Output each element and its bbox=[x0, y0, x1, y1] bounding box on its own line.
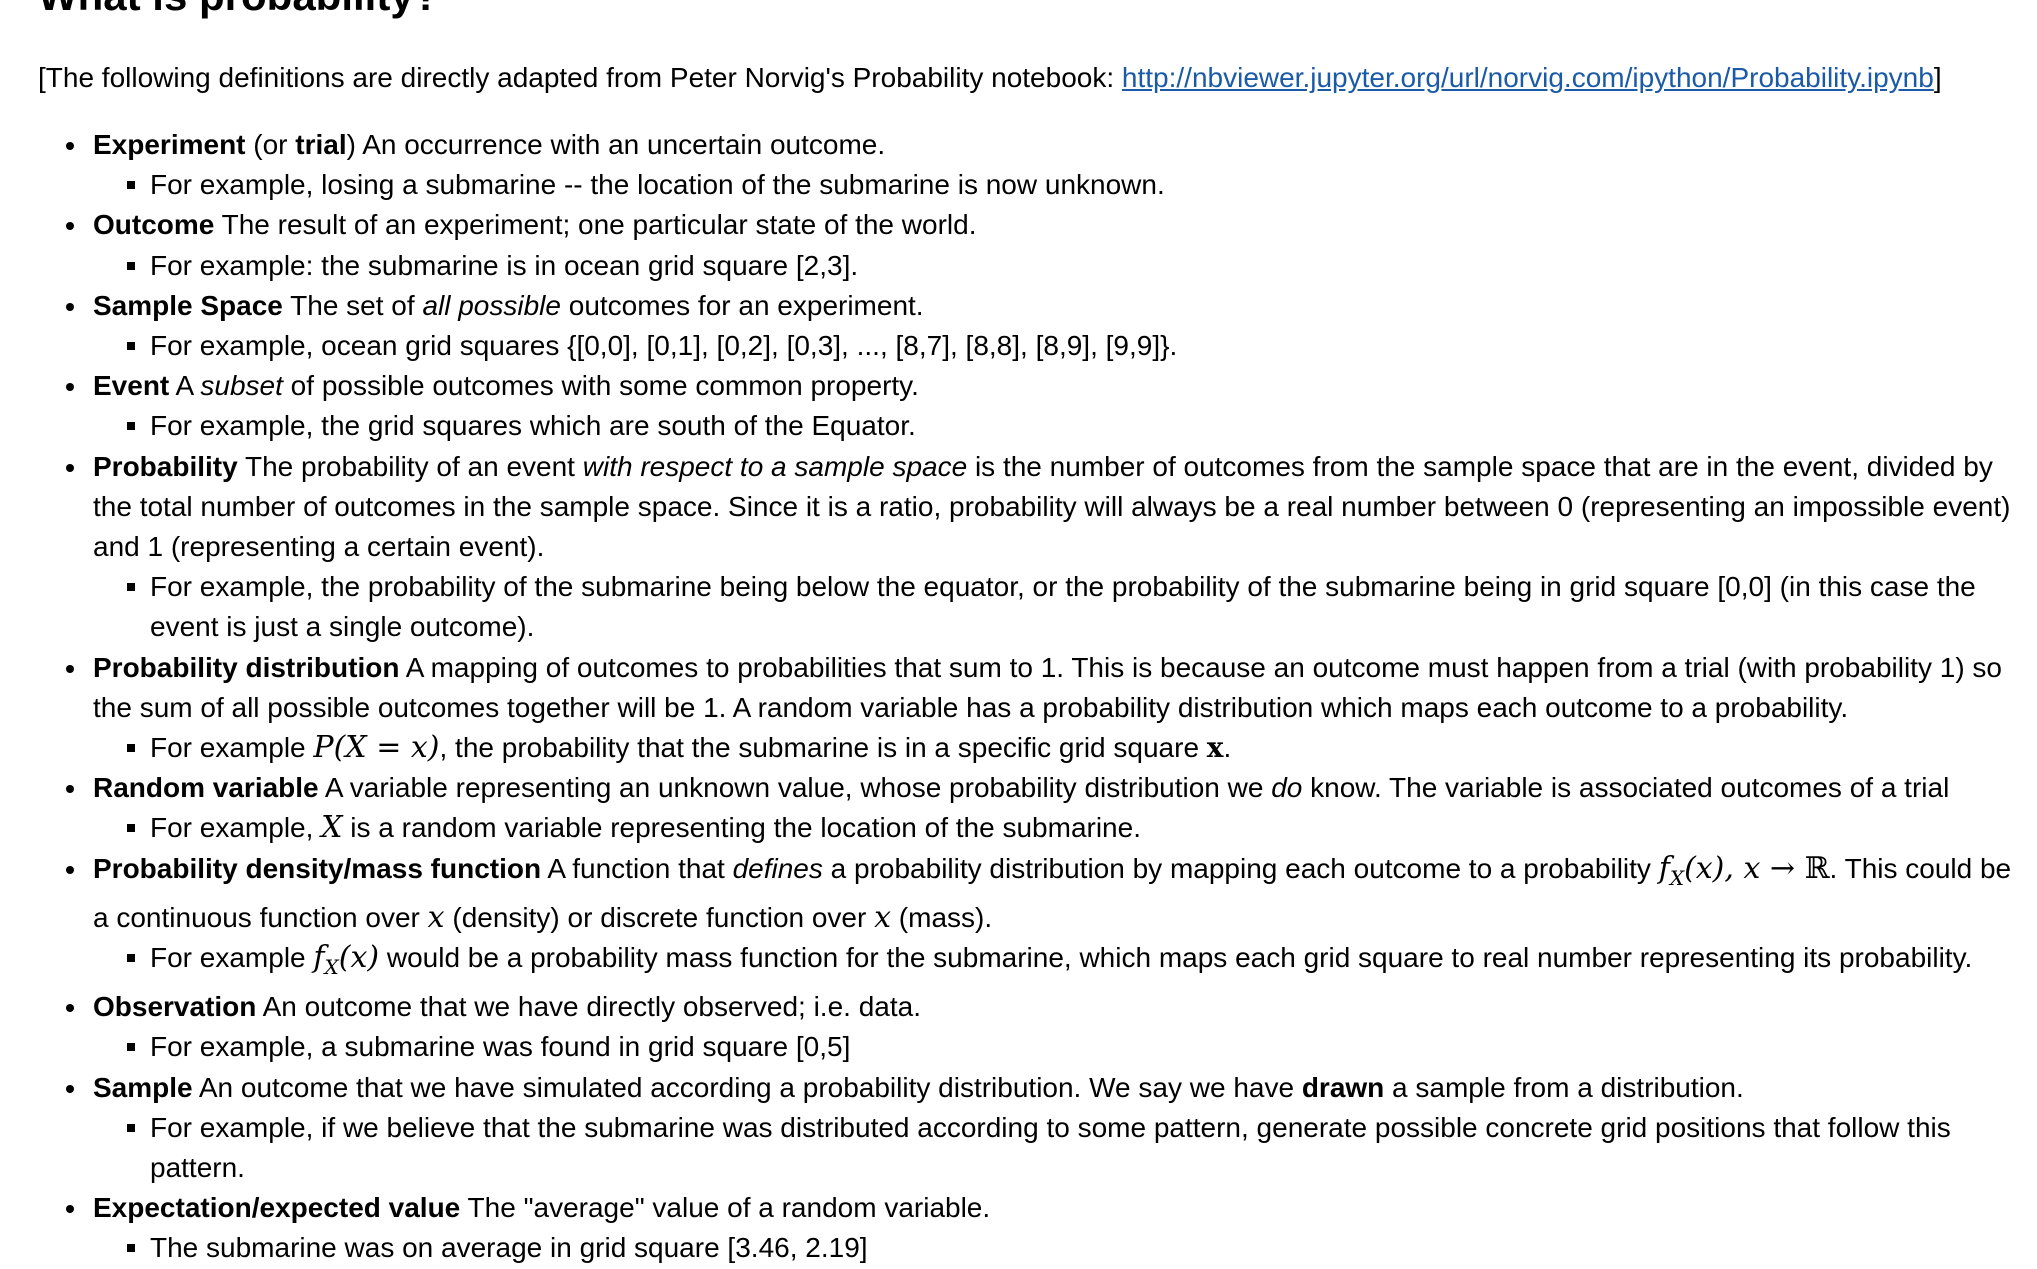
math-reals: ℝ bbox=[1804, 850, 1830, 886]
example-list: For example: the submarine is in ocean g… bbox=[93, 246, 2023, 286]
example-text: would be a probability mass function for… bbox=[379, 942, 1973, 974]
definition-expectation: Expectation/expected value The "average"… bbox=[66, 1188, 2023, 1268]
attribution-prefix: [The following definitions are directly … bbox=[38, 62, 1122, 93]
term-sample-space: Sample Space bbox=[93, 289, 283, 321]
math-x: X bbox=[321, 810, 343, 846]
emphasis-text: subset bbox=[200, 370, 283, 402]
emphasis-text: do bbox=[1271, 772, 1303, 804]
example-list: For example, if we believe that the subm… bbox=[93, 1108, 2023, 1188]
term-probability-distribution: Probability distribution bbox=[93, 651, 400, 683]
math-subscript-x: X bbox=[324, 955, 339, 980]
example-item: For example, losing a submarine -- the l… bbox=[127, 165, 2023, 205]
example-text: is a random variable representing the lo… bbox=[342, 812, 1141, 844]
example-text: . bbox=[1223, 732, 1232, 764]
example-text: , the probability that the submarine is … bbox=[439, 732, 1207, 764]
definition-text: A bbox=[169, 370, 201, 402]
definition-text: know. The variable is associated outcome… bbox=[1302, 772, 1950, 804]
example-item: For example, ocean grid squares {[0,0], … bbox=[127, 326, 2023, 366]
example-item: For example fX(x) would be a probability… bbox=[127, 938, 2023, 987]
example-text: For example bbox=[150, 942, 314, 974]
term-observation: Observation bbox=[93, 991, 257, 1023]
definition-text: The "average" value of a random variable… bbox=[460, 1192, 991, 1224]
term-outcome: Outcome bbox=[93, 209, 215, 241]
emphasis-text: all possible bbox=[422, 289, 561, 321]
definition-text: An outcome that we have directly observe… bbox=[256, 991, 921, 1023]
term-expectation: Expectation/expected value bbox=[93, 1192, 461, 1224]
definition-probability: Probability The probability of an event … bbox=[66, 447, 2023, 648]
math-args: (x) bbox=[338, 940, 380, 976]
definition-outcome: Outcome The result of an experiment; one… bbox=[66, 205, 2023, 286]
example-list: For example, ocean grid squares {[0,0], … bbox=[93, 326, 2023, 366]
definition-random-variable: Random variable A variable representing … bbox=[66, 768, 2023, 848]
example-item: For example, the probability of the subm… bbox=[127, 567, 2023, 647]
example-item: For example, the grid squares which are … bbox=[127, 406, 2023, 446]
example-list: For example fX(x) would be a probability… bbox=[93, 938, 2023, 987]
definitions-list: Experiment (or trial) An occurrence with… bbox=[38, 125, 2023, 1269]
definition-text: (density) or discrete function over bbox=[444, 901, 875, 933]
math-fx-of-x: fX(x) bbox=[313, 940, 380, 979]
definition-text: A function that bbox=[541, 852, 733, 884]
math-subscript-x: X bbox=[1669, 865, 1685, 890]
term-sample: Sample bbox=[93, 1071, 193, 1103]
definition-text: of possible outcomes with some common pr… bbox=[282, 370, 919, 402]
norvig-notebook-link[interactable]: http://nbviewer.jupyter.org/url/norvig.c… bbox=[1122, 62, 1934, 93]
definition-event: Event A subset of possible outcomes with… bbox=[66, 366, 2023, 446]
definition-experiment: Experiment (or trial) An occurrence with… bbox=[66, 125, 2023, 205]
math-f: f bbox=[313, 940, 325, 976]
definition-sample: Sample An outcome that we have simulated… bbox=[66, 1068, 2023, 1189]
math-bold-x: x bbox=[1206, 731, 1224, 765]
example-list: For example, a submarine was found in gr… bbox=[93, 1027, 2023, 1067]
math-args: (x), x → bbox=[1684, 850, 1805, 886]
term-random-variable: Random variable bbox=[93, 772, 319, 804]
emphasis-text: with respect to a sample space bbox=[582, 450, 968, 482]
example-list: For example, the probability of the subm… bbox=[93, 567, 2023, 647]
definition-text: a probability distribution by mapping ea… bbox=[822, 852, 1659, 884]
term-trial: trial bbox=[295, 129, 347, 160]
example-item: For example: the submarine is in ocean g… bbox=[127, 246, 2023, 286]
term-event: Event bbox=[93, 370, 170, 402]
term-probability-density-mass-function: Probability density/mass function bbox=[93, 852, 542, 884]
math-x: x bbox=[427, 899, 445, 935]
math-f: f bbox=[1658, 850, 1670, 886]
emphasis-text: defines bbox=[732, 852, 823, 884]
definition-sample-space: Sample Space The set of all possible out… bbox=[66, 286, 2023, 366]
definition-text: The probability of an event bbox=[237, 450, 583, 482]
math-p-x-equals-x: P(X = x) bbox=[313, 730, 440, 766]
example-text: For example, bbox=[150, 812, 322, 844]
definition-text: (or bbox=[245, 129, 296, 160]
example-item: The submarine was on average in grid squ… bbox=[127, 1228, 2023, 1268]
definition-text: The result of an experiment; one particu… bbox=[214, 209, 977, 241]
example-item: For example, a submarine was found in gr… bbox=[127, 1027, 2023, 1067]
example-item: For example, if we believe that the subm… bbox=[127, 1108, 2023, 1188]
example-list: For example, losing a submarine -- the l… bbox=[93, 165, 2023, 205]
term-probability: Probability bbox=[93, 450, 238, 482]
strong-text: drawn bbox=[1301, 1071, 1385, 1103]
example-list: For example, X is a random variable repr… bbox=[93, 808, 2023, 848]
math-x: x bbox=[874, 899, 892, 935]
definition-text: a sample from a distribution. bbox=[1384, 1071, 1744, 1103]
example-list: For example, the grid squares which are … bbox=[93, 406, 2023, 446]
example-list: The submarine was on average in grid squ… bbox=[93, 1228, 2023, 1268]
definition-text: outcomes for an experiment. bbox=[560, 289, 924, 321]
definition-text: ) An occurrence with an uncertain outcom… bbox=[346, 129, 886, 160]
definition-probability-density-mass-function: Probability density/mass function A func… bbox=[66, 849, 2023, 988]
definition-observation: Observation An outcome that we have dire… bbox=[66, 987, 2023, 1067]
page-title: What is probability? bbox=[38, 0, 439, 20]
example-item: For example, X is a random variable repr… bbox=[127, 808, 2023, 848]
definition-text: (mass). bbox=[891, 901, 993, 933]
attribution-suffix: ] bbox=[1933, 62, 1942, 93]
definition-probability-distribution: Probability distribution A mapping of ou… bbox=[66, 648, 2023, 769]
definition-text: A variable representing an unknown value… bbox=[318, 772, 1272, 804]
example-list: For example P(X = x), the probability th… bbox=[93, 728, 2023, 768]
example-item: For example P(X = x), the probability th… bbox=[127, 728, 2023, 768]
term-experiment: Experiment bbox=[93, 129, 246, 160]
definition-text: The set of bbox=[282, 289, 423, 321]
example-text: For example bbox=[150, 732, 314, 764]
definition-text: An outcome that we have simulated accord… bbox=[192, 1071, 1302, 1103]
math-fx-of-x-to-reals: fX(x), x → ℝ bbox=[1658, 850, 1830, 890]
attribution-paragraph: [The following definitions are directly … bbox=[38, 58, 1942, 98]
